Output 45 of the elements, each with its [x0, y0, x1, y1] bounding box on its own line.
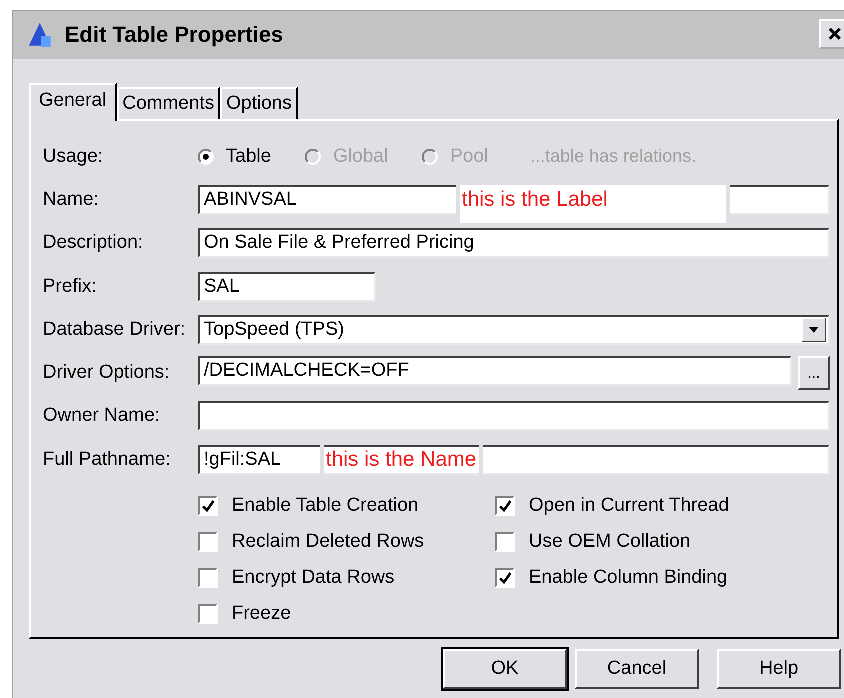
field-label: Prefix: — [43, 276, 98, 298]
dialog-button[interactable]: Cancel — [575, 649, 699, 689]
input-field-end[interactable] — [730, 184, 830, 215]
checkbox-option[interactable]: Encrypt Data Rows — [198, 565, 495, 592]
close-button[interactable] — [819, 19, 844, 49]
dropdown[interactable]: TopSpeed (TPS) — [198, 314, 830, 345]
input-field[interactable]: On Sale File & Preferred Pricing — [198, 228, 830, 258]
radio-icon — [198, 148, 214, 165]
radio-icon — [305, 148, 322, 165]
input-field[interactable]: !gFil:SAL — [198, 444, 320, 475]
checkbox-option[interactable]: Freeze — [198, 601, 495, 628]
app-icon — [27, 22, 53, 48]
tab[interactable]: General — [29, 83, 117, 121]
field-label: Owner Name: — [43, 405, 162, 428]
input-field[interactable]: /DECIMALCHECK=OFF — [198, 356, 792, 386]
input-field[interactable]: SAL — [198, 272, 376, 302]
browse-button[interactable]: ... — [798, 356, 830, 390]
checkbox-option[interactable]: Open in Current Thread — [495, 493, 795, 520]
radio-option[interactable]: Table — [198, 146, 272, 168]
field-label: Database Driver: — [43, 318, 187, 341]
checkmark-icon — [498, 500, 512, 513]
input-field[interactable] — [198, 401, 830, 432]
annotation-text: this is the Label — [460, 184, 726, 223]
field-label: Full Pathname: — [43, 448, 172, 471]
window-title: Edit Table Properties — [65, 22, 284, 48]
tab[interactable]: Options — [220, 87, 298, 119]
checkmark-icon — [498, 572, 512, 585]
dialog-button[interactable]: OK — [443, 649, 567, 689]
radio-icon — [422, 148, 438, 165]
close-icon — [828, 27, 842, 41]
field-label: Usage: — [43, 146, 104, 168]
input-field[interactable]: ABINVSAL — [198, 184, 456, 215]
field-label: Driver Options: — [43, 362, 171, 384]
annotation-text: this is the Name — [324, 444, 479, 475]
tab[interactable]: Comments — [116, 87, 220, 119]
field-label: Description: — [43, 232, 144, 254]
checkbox-option[interactable]: Reclaim Deleted Rows — [198, 529, 495, 556]
dialog-button[interactable]: Help — [717, 649, 841, 689]
relations-note: ...table has relations. — [530, 146, 696, 168]
checkmark-icon — [202, 500, 214, 513]
field-label: Name: — [43, 188, 100, 211]
input-field-end[interactable] — [482, 444, 830, 475]
checkbox-option[interactable]: Use OEM Collation — [495, 529, 795, 556]
checkbox-option[interactable]: Enable Table Creation — [198, 493, 495, 520]
checkbox-option[interactable]: Enable Column Binding — [495, 565, 795, 592]
